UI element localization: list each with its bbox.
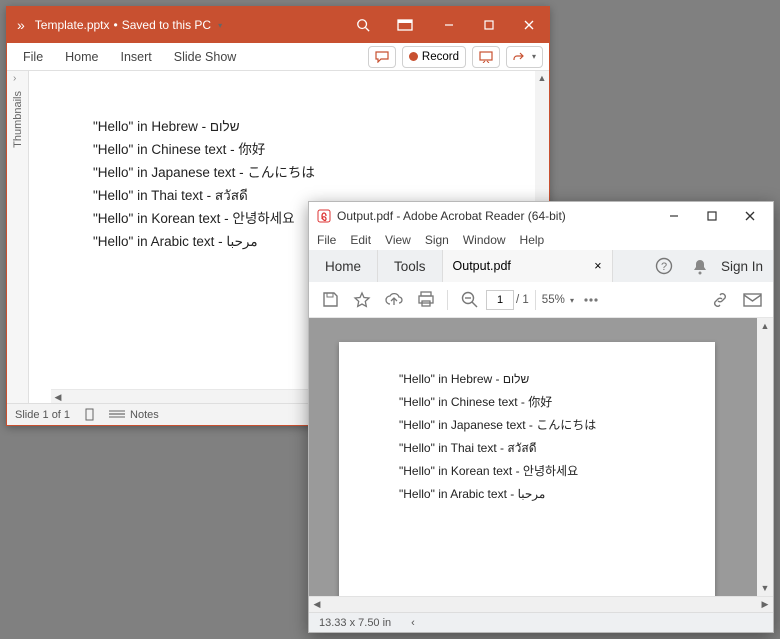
svg-text:?: ? — [661, 261, 667, 273]
scroll-up-icon[interactable]: ▲ — [757, 318, 773, 334]
pp-title-sep: • — [114, 18, 118, 32]
slide-count: Slide 1 of 1 — [15, 409, 70, 421]
pp-title-state: Saved to this PC — [122, 18, 211, 32]
pdf-icon — [317, 209, 331, 223]
tab-file[interactable]: File — [13, 46, 53, 68]
chevron-down-icon[interactable]: ▾ — [218, 21, 222, 30]
doc-tab-label: Output.pdf — [453, 259, 511, 273]
page-text: "Hello" in Hebrew - שלום "Hello" in Chin… — [339, 342, 715, 506]
tab-home[interactable]: Home — [309, 250, 378, 282]
save-icon[interactable] — [315, 285, 345, 315]
page-total: / 1 — [516, 294, 529, 306]
close-button[interactable] — [509, 7, 549, 43]
pp-sys-controls — [429, 7, 549, 43]
maximize-button[interactable] — [693, 202, 731, 230]
scroll-left-icon[interactable]: ◀ — [51, 390, 65, 403]
more-tools-icon[interactable] — [576, 285, 606, 315]
print-icon[interactable] — [411, 285, 441, 315]
minimize-button[interactable] — [655, 202, 693, 230]
ac-statusbar: 13.33 x 7.50 in ‹ — [309, 612, 773, 632]
menu-window[interactable]: Window — [463, 233, 506, 247]
scroll-down-icon[interactable]: ▼ — [757, 580, 773, 596]
ac-toolbar: / 1 55% ▾ — [309, 282, 773, 318]
tab-home[interactable]: Home — [55, 46, 108, 68]
search-icon[interactable] — [345, 11, 381, 39]
ac-titlebar[interactable]: Output.pdf - Adobe Acrobat Reader (64-bi… — [309, 202, 773, 230]
document-area[interactable]: "Hello" in Hebrew - שלום "Hello" in Chin… — [309, 318, 757, 596]
close-button[interactable] — [731, 202, 769, 230]
minimize-button[interactable] — [429, 7, 469, 43]
page-input[interactable] — [486, 290, 514, 310]
tab-tools[interactable]: Tools — [378, 250, 443, 282]
acrobat-window: Output.pdf - Adobe Acrobat Reader (64-bi… — [308, 201, 774, 633]
record-label: Record — [422, 51, 459, 63]
bell-icon[interactable] — [685, 251, 715, 281]
record-button[interactable]: Record — [402, 46, 466, 68]
slide-line: "Hello" in Hebrew - שלום — [93, 115, 535, 138]
page-line: "Hello" in Chinese text - 你好 — [399, 391, 715, 414]
tab-insert[interactable]: Insert — [111, 46, 162, 68]
tab-slideshow[interactable]: Slide Show — [164, 46, 247, 68]
maximize-button[interactable] — [469, 7, 509, 43]
page-dims: 13.33 x 7.50 in — [319, 617, 391, 629]
status-left-arrow[interactable]: ‹ — [411, 617, 415, 629]
mail-icon[interactable] — [737, 285, 767, 315]
more-commands-icon[interactable]: » — [7, 17, 35, 33]
ribbon-mode-icon[interactable] — [387, 11, 423, 39]
notes-label: Notes — [130, 409, 159, 421]
expand-icon[interactable]: › — [13, 73, 16, 84]
close-tab-icon[interactable]: × — [594, 259, 601, 273]
ac-menubar: File Edit View Sign Window Help — [309, 230, 773, 250]
pp-title: Template.pptx • Saved to this PC ▾ — [35, 18, 345, 32]
scroll-up-icon[interactable]: ▲ — [535, 71, 549, 85]
signin-button[interactable]: Sign In — [721, 259, 763, 274]
document-tab[interactable]: Output.pdf × — [443, 250, 613, 282]
page-line: "Hello" in Japanese text - こんにちは — [399, 414, 715, 437]
ac-tabbar: Home Tools Output.pdf × ? Sign In — [309, 250, 773, 282]
ac-body: "Hello" in Hebrew - שלום "Hello" in Chin… — [309, 318, 773, 596]
scroll-right-icon[interactable]: ▶ — [757, 597, 773, 612]
page-line: "Hello" in Korean text - 안녕하세요 — [399, 460, 715, 483]
record-icon — [409, 52, 418, 61]
share-button[interactable]: ▾ — [506, 46, 543, 68]
ac-title: Output.pdf - Adobe Acrobat Reader (64-bi… — [337, 209, 566, 223]
pp-titlebar[interactable]: » Template.pptx • Saved to this PC ▾ — [7, 7, 549, 43]
menu-edit[interactable]: Edit — [350, 233, 371, 247]
ac-horizontal-scrollbar[interactable]: ◀ ▶ — [309, 596, 773, 612]
pp-ribbon-tabs: File Home Insert Slide Show Record ▾ — [7, 43, 549, 71]
zoom-label: 55% — [542, 294, 565, 306]
zoom-level[interactable]: 55% ▾ — [542, 294, 574, 306]
menu-file[interactable]: File — [317, 233, 336, 247]
accessibility-button[interactable] — [84, 408, 95, 421]
notes-button[interactable]: Notes — [109, 409, 159, 421]
slide-line: "Hello" in Japanese text - こんにちは — [93, 161, 535, 184]
present-button[interactable] — [472, 46, 500, 68]
menu-view[interactable]: View — [385, 233, 411, 247]
help-icon[interactable]: ? — [649, 251, 679, 281]
ac-vertical-scrollbar[interactable]: ▲ ▼ — [757, 318, 773, 596]
page-line: "Hello" in Arabic text - مرحبا — [399, 483, 715, 506]
slide-line: "Hello" in Chinese text - 你好 — [93, 138, 535, 161]
pp-title-file: Template.pptx — [35, 18, 110, 32]
star-icon[interactable] — [347, 285, 377, 315]
menu-sign[interactable]: Sign — [425, 233, 449, 247]
menu-help[interactable]: Help — [520, 233, 545, 247]
page-line: "Hello" in Thai text - สวัสดี — [399, 437, 715, 460]
chevron-down-icon[interactable]: ▾ — [568, 296, 574, 305]
scroll-left-icon[interactable]: ◀ — [309, 597, 325, 612]
link-icon[interactable] — [705, 285, 735, 315]
comments-button[interactable] — [368, 46, 396, 68]
chevron-down-icon[interactable]: ▾ — [532, 52, 536, 61]
cloud-icon[interactable] — [379, 285, 409, 315]
thumbnails-pane[interactable]: › Thumbnails — [7, 71, 29, 403]
zoom-out-icon[interactable] — [454, 285, 484, 315]
pdf-page[interactable]: "Hello" in Hebrew - שלום "Hello" in Chin… — [339, 342, 715, 596]
page-line: "Hello" in Hebrew - שלום — [399, 368, 715, 391]
thumbnails-label: Thumbnails — [12, 91, 24, 148]
